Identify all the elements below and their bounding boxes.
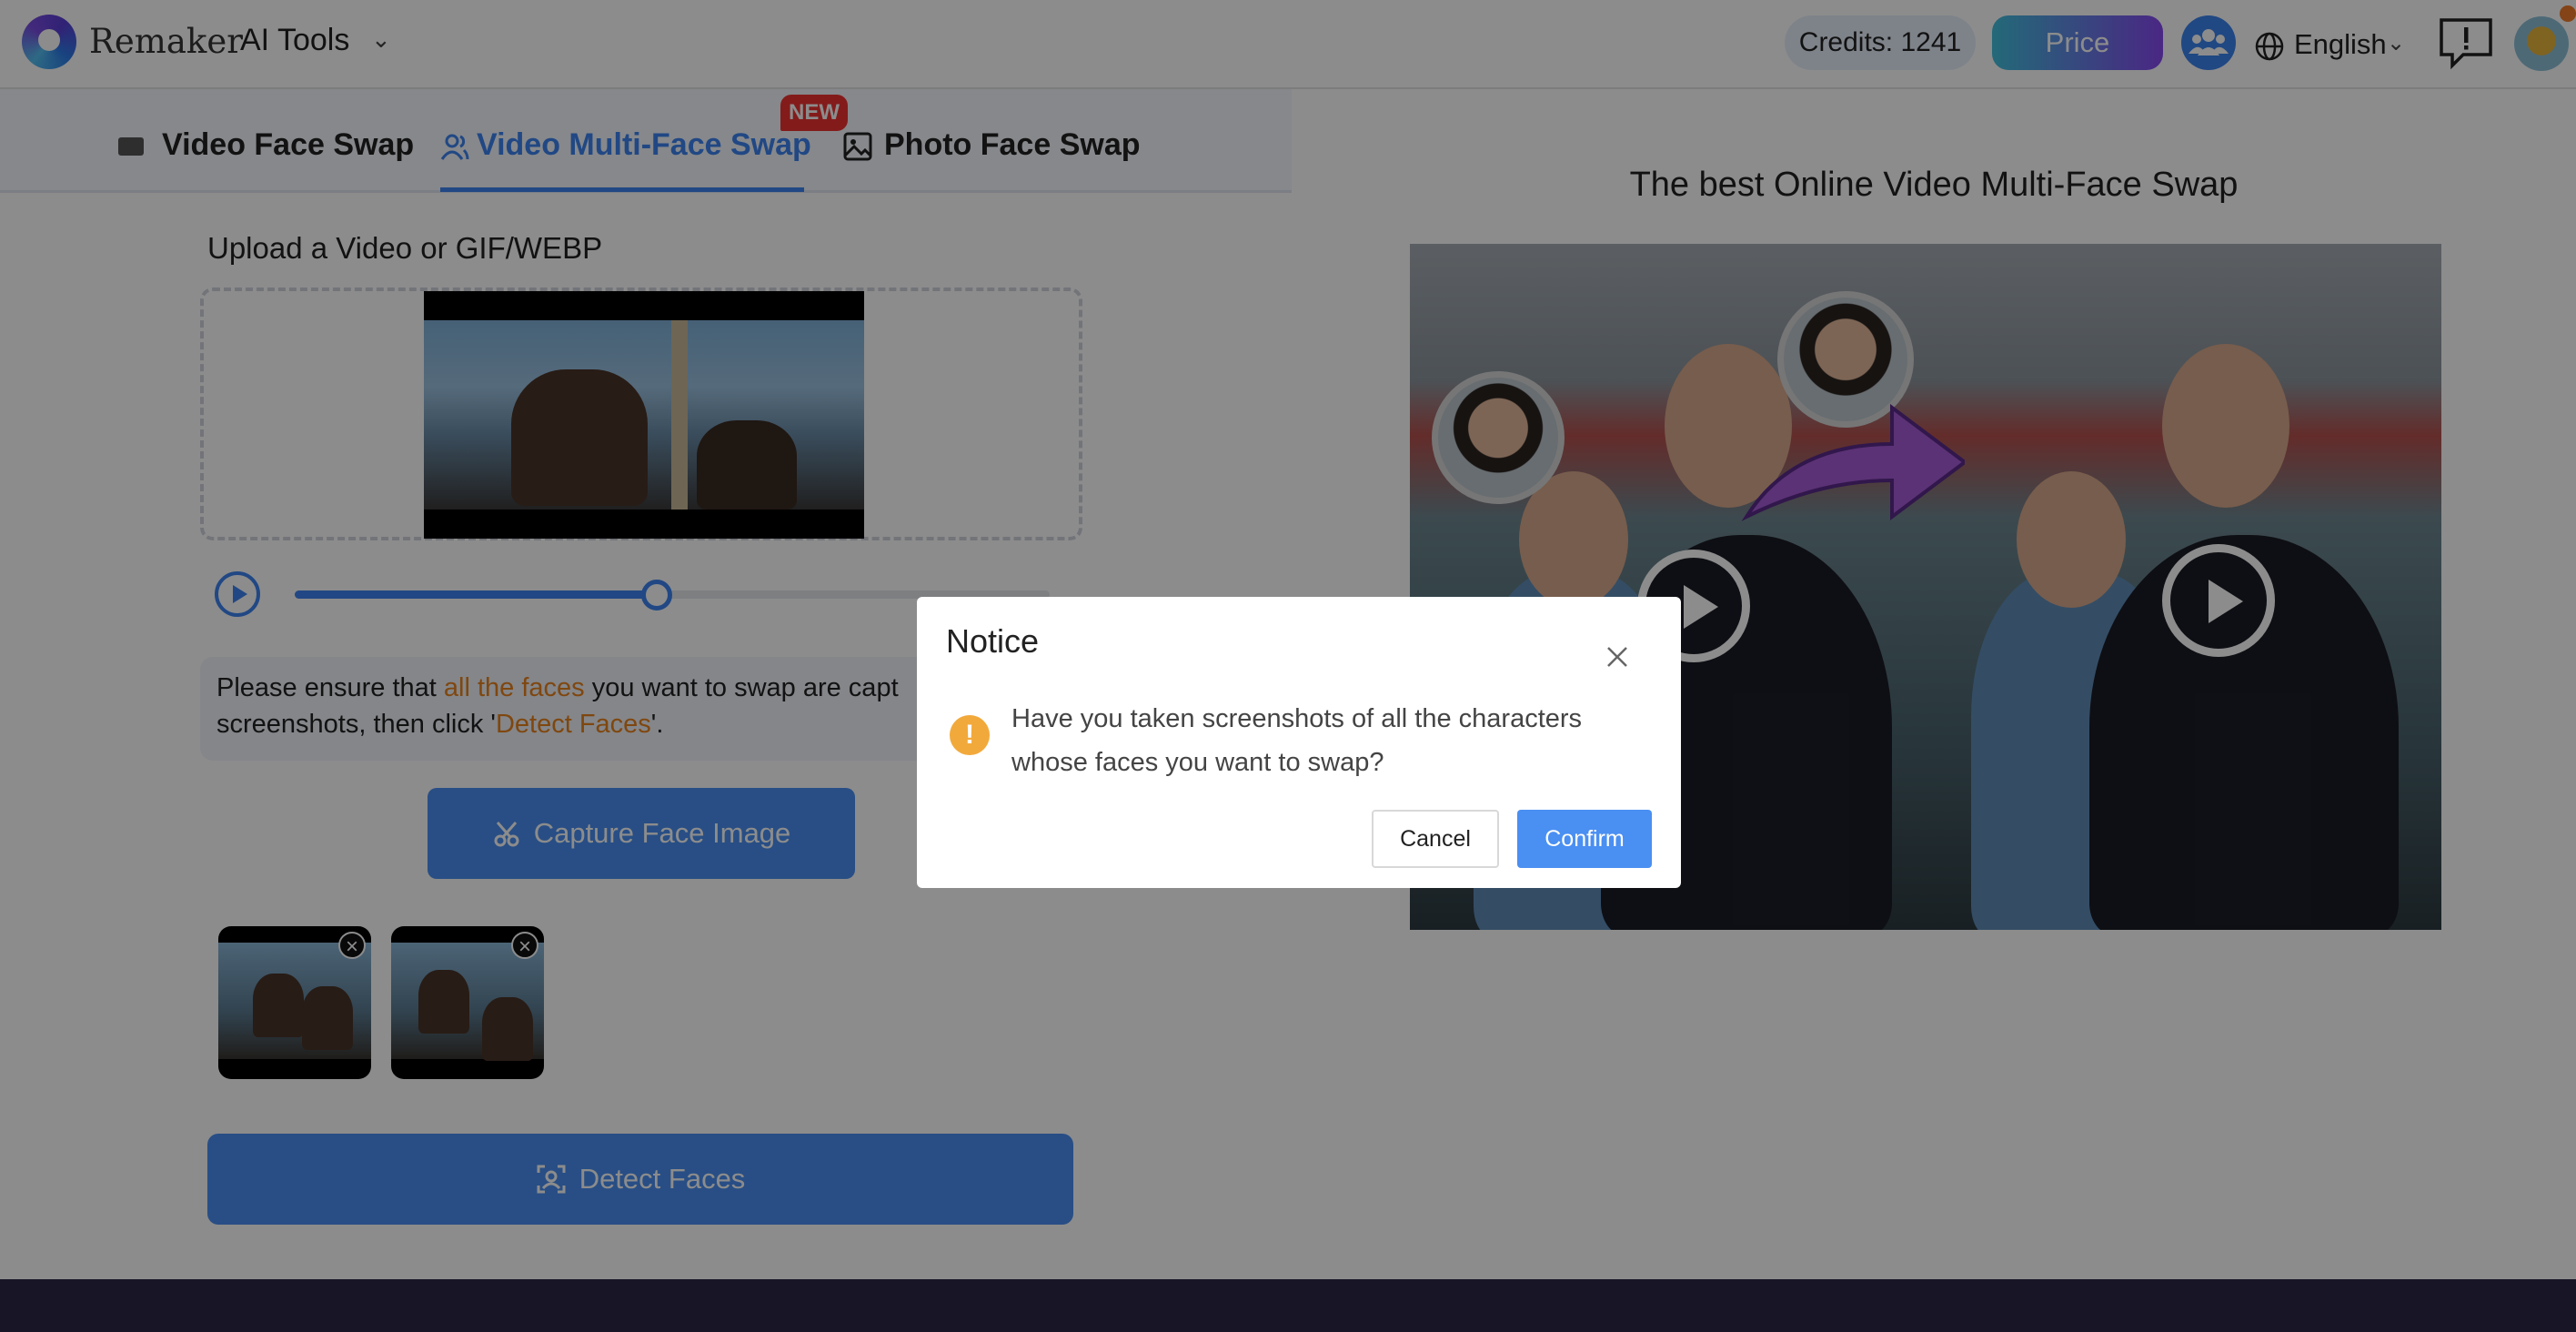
cancel-button[interactable]: Cancel bbox=[1372, 810, 1499, 868]
page-footer bbox=[0, 1279, 2576, 1332]
dialog-message: Have you taken screenshots of all the ch… bbox=[1011, 704, 1583, 777]
dialog-title: Notice bbox=[946, 622, 1040, 660]
notice-dialog: Notice ! Have you taken screenshots of a… bbox=[917, 597, 1681, 888]
close-icon[interactable] bbox=[1601, 641, 1634, 673]
warning-icon: ! bbox=[950, 715, 990, 755]
confirm-button[interactable]: Confirm bbox=[1517, 810, 1652, 868]
